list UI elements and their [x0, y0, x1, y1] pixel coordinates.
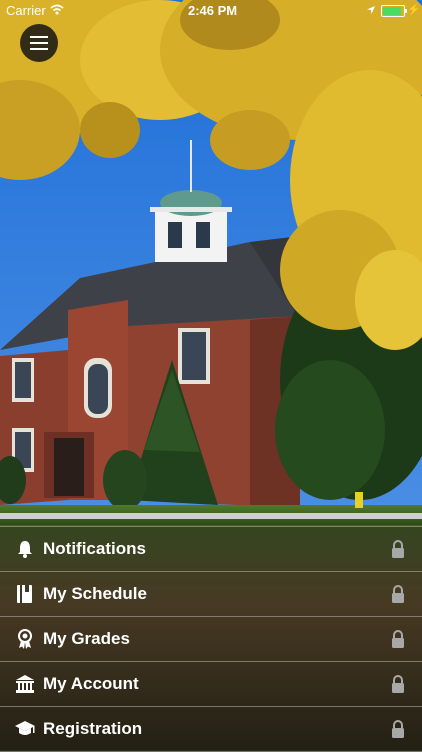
lock-icon: [392, 585, 404, 603]
carrier-label: Carrier: [6, 3, 46, 18]
menu-item-registration[interactable]: Registration: [0, 707, 422, 752]
bank-icon: [16, 675, 34, 693]
menu-item-label: My Account: [43, 674, 139, 693]
lock-icon: [392, 630, 404, 648]
menu-item-my-schedule[interactable]: My Schedule: [0, 572, 422, 617]
bell-icon: [18, 541, 32, 558]
award-icon: [18, 629, 32, 649]
lock-icon: [392, 720, 404, 738]
location-arrow-icon: [367, 6, 375, 14]
graduation-cap-icon: [15, 721, 35, 735]
wifi-icon: [50, 4, 64, 15]
lock-icon: [392, 675, 404, 693]
status-bar: Carrier 2:46 PM ⚡: [0, 0, 422, 22]
battery-icon: [381, 5, 407, 17]
menu-item-label: Registration: [43, 719, 143, 738]
menu-item-my-grades[interactable]: My Grades: [0, 617, 422, 662]
menu-item-label: My Schedule: [43, 584, 147, 603]
menu-item-my-account[interactable]: My Account: [0, 662, 422, 707]
menu-button[interactable]: [20, 24, 58, 62]
menu-item-label: Notifications: [43, 539, 146, 558]
charging-bolt-icon: ⚡: [407, 4, 421, 16]
book-icon: [17, 585, 32, 603]
clock-time: 2:46 PM: [188, 3, 238, 18]
menu-item-notifications[interactable]: Notifications: [0, 526, 422, 572]
menu-item-label: My Grades: [43, 629, 130, 648]
main-menu: Notifications My Schedule My Grades My A…: [0, 526, 422, 752]
hamburger-icon: [30, 36, 48, 38]
lock-icon: [392, 540, 404, 558]
